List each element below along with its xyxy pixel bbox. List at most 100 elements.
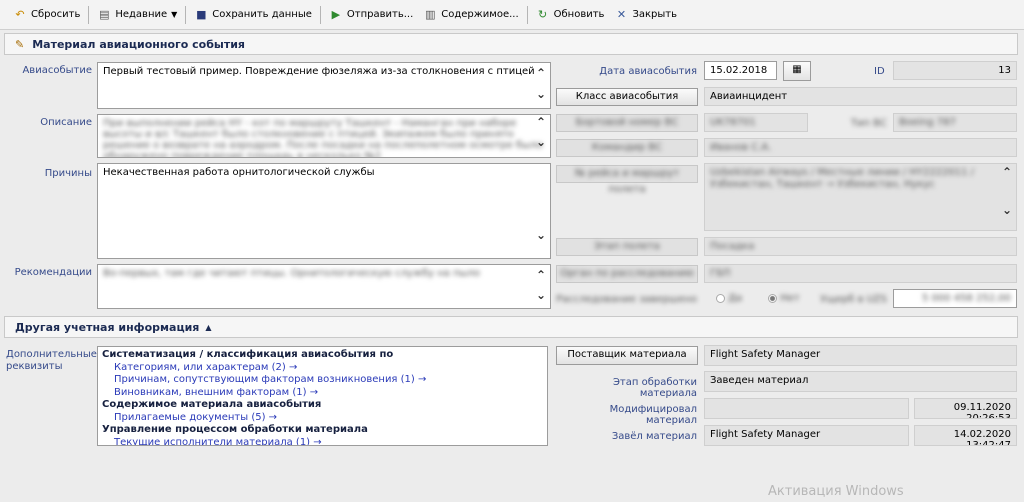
damage-label: Ущерб в UZS (815, 294, 887, 305)
causes-field[interactable]: Некачественная работа орнитологической с… (97, 163, 551, 259)
board-number-button-label: Бортовой номер ВС (575, 117, 679, 128)
supplier-button[interactable]: Поставщик материала (556, 346, 698, 365)
other-info-title: Другая учетная информация (15, 320, 200, 334)
created-label: Завёл материал (611, 431, 697, 442)
chevron-up-icon[interactable]: ⌃ (536, 268, 546, 282)
chevron-up-icon: ▲ (205, 322, 212, 332)
commander-button[interactable]: Командир ВС (556, 139, 698, 157)
investigation-no-radio[interactable]: Нет (768, 293, 800, 304)
recent-button[interactable]: ▤ Недавние ▼ (92, 4, 182, 26)
investigation-body-field: ГБП (704, 264, 1017, 283)
damage-field[interactable]: 5 000 458 252,00 (893, 289, 1017, 308)
categories-link[interactable]: Категориям, или характерам (2) → (102, 362, 543, 375)
chevron-up-icon[interactable]: ⌃ (536, 66, 546, 80)
description-field[interactable]: При выполнении рейса HY - кот по маршрут… (97, 114, 551, 158)
flight-phase-field: Посадка (704, 237, 1017, 256)
created-date-value: 14.02.2020 13:42:47 (953, 429, 1011, 446)
event-class-button[interactable]: Класс авиасобытия (556, 88, 698, 106)
aircraft-type-value: Boeing 787 (899, 117, 956, 128)
board-number-field: UK78701 (704, 113, 808, 132)
investigation-complete-text: Расследование завершено (556, 294, 697, 305)
reset-button[interactable]: ↶ Сбросить (8, 4, 85, 26)
page-title: Материал авиационного события (32, 37, 245, 51)
recent-icon: ▤ (99, 7, 110, 21)
recommendations-field[interactable]: Во-первых, там где читают птицы. Орнитол… (97, 264, 551, 309)
radio-yes-label: Да (728, 293, 743, 304)
send-label: Отправить... (346, 9, 414, 20)
supplier-button-label: Поставщик материала (567, 349, 687, 360)
commander-button-label: Командир ВС (591, 142, 663, 153)
date-field[interactable]: 15.02.2018 (704, 61, 777, 80)
stage-value: Заведен материал (710, 375, 809, 386)
toolbar-separator (185, 5, 187, 24)
description-label: Описание (40, 117, 92, 128)
aircraft-type-field: Boeing 787 (893, 113, 1017, 132)
modified-by-field (704, 398, 909, 419)
flight-phase-button[interactable]: Этап полета (556, 238, 698, 256)
flight-route-field: Uzbekistan Airways / Местные линии / HY2… (704, 163, 1017, 231)
flight-route-button[interactable]: № рейса и маршрут полета (556, 165, 698, 195)
save-button[interactable]: ■ Сохранить данные (189, 4, 317, 26)
radio-no-label: Нет (780, 293, 800, 304)
flight-route-button-label: № рейса и маршрут полета (574, 168, 680, 195)
event-field[interactable]: Первый тестовый пример. Повреждение фюзе… (97, 62, 551, 109)
contents-icon: ▥ (425, 7, 436, 21)
id-field: 13 (893, 61, 1017, 80)
board-number-button[interactable]: Бортовой номер ВС (556, 114, 698, 132)
toolbar-separator (526, 5, 528, 24)
extra-details-label: Дополнительные реквизиты (6, 349, 97, 372)
radio-no-icon (768, 293, 777, 303)
modified-date-value: 09.11.2020 20:26:53 (953, 402, 1011, 419)
chevron-up-icon[interactable]: ⌃ (1002, 166, 1012, 178)
id-label: ID (874, 66, 885, 77)
attached-docs-link[interactable]: Прилагаемые документы (5) → (102, 412, 543, 425)
created-by-field: Flight Safety Manager (704, 425, 909, 446)
section-header-other[interactable]: Другая учетная информация ▲ (4, 316, 1018, 338)
commander-field: Иванов С.А. (704, 138, 1017, 157)
radio-yes-icon (716, 293, 725, 303)
description-value: При выполнении рейса HY - кот по маршрут… (103, 118, 543, 158)
flight-phase-button-label: Этап полета (594, 241, 660, 252)
flight-phase-value: Посадка (710, 241, 755, 252)
chevron-down-icon: ▼ (171, 10, 178, 19)
causes-link[interactable]: Причинам, сопутствующим факторам возникн… (102, 374, 543, 387)
current-executors-link[interactable]: Текущие исполнители материала (1) → (102, 437, 543, 446)
board-number-value: UK78701 (710, 117, 756, 128)
investigation-complete-label: Расследование завершено (556, 294, 697, 305)
date-label: Дата авиасобытия (599, 66, 697, 77)
event-class-value: Авиаинцидент (710, 91, 788, 102)
close-icon: ✕ (616, 7, 627, 21)
process-heading: Управление процессом обработки материала (102, 424, 368, 435)
windows-activation-watermark: Активация Windows (768, 484, 904, 499)
close-button[interactable]: ✕ Закрыть (609, 4, 682, 26)
refresh-label: Обновить (553, 9, 605, 20)
calendar-button[interactable]: ▦ (783, 61, 811, 81)
extra-details-list: Систематизация / классификация авиасобыт… (97, 346, 548, 446)
chevron-down-icon[interactable]: ⌄ (1002, 204, 1012, 216)
created-by-value: Flight Safety Manager (710, 429, 821, 440)
chevron-down-icon[interactable]: ⌄ (536, 136, 546, 148)
event-value: Первый тестовый пример. Повреждение фюзе… (103, 66, 535, 77)
event-class-field: Авиаинцидент (704, 87, 1017, 106)
refresh-button[interactable]: ↻ Обновить (531, 4, 610, 26)
classification-heading: Систематизация / классификация авиасобыт… (102, 349, 394, 360)
send-button[interactable]: ▶ Отправить... (324, 4, 418, 26)
send-icon: ▶ (331, 7, 341, 21)
refresh-icon: ↻ (538, 7, 548, 21)
contents-button[interactable]: ▥ Содержимое... (418, 4, 523, 26)
created-date-field: 14.02.2020 13:42:47 (914, 425, 1017, 446)
recommendations-label: Рекомендации (14, 267, 92, 278)
chevron-down-icon[interactable]: ⌄ (536, 87, 546, 101)
save-label: Сохранить данные (212, 9, 312, 20)
investigation-yes-radio[interactable]: Да (716, 293, 742, 304)
recommendations-value: Во-первых, там где читают птицы. Орнитол… (103, 268, 481, 279)
flight-route-value: Uzbekistan Airways / Местные линии / HY2… (710, 167, 975, 190)
chevron-down-icon[interactable]: ⌄ (536, 288, 546, 302)
chevron-down-icon[interactable]: ⌄ (536, 228, 546, 242)
chevron-up-icon[interactable]: ⌃ (536, 116, 546, 128)
modified-label: Модифицировал материал (609, 404, 697, 426)
investigation-body-button[interactable]: Орган по расследованию (556, 265, 698, 283)
event-label: Авиасобытие (22, 65, 92, 76)
aircraft-type-label: Тип ВС (815, 118, 887, 129)
culprits-link[interactable]: Виновникам, внешним факторам (1) → (102, 387, 543, 400)
